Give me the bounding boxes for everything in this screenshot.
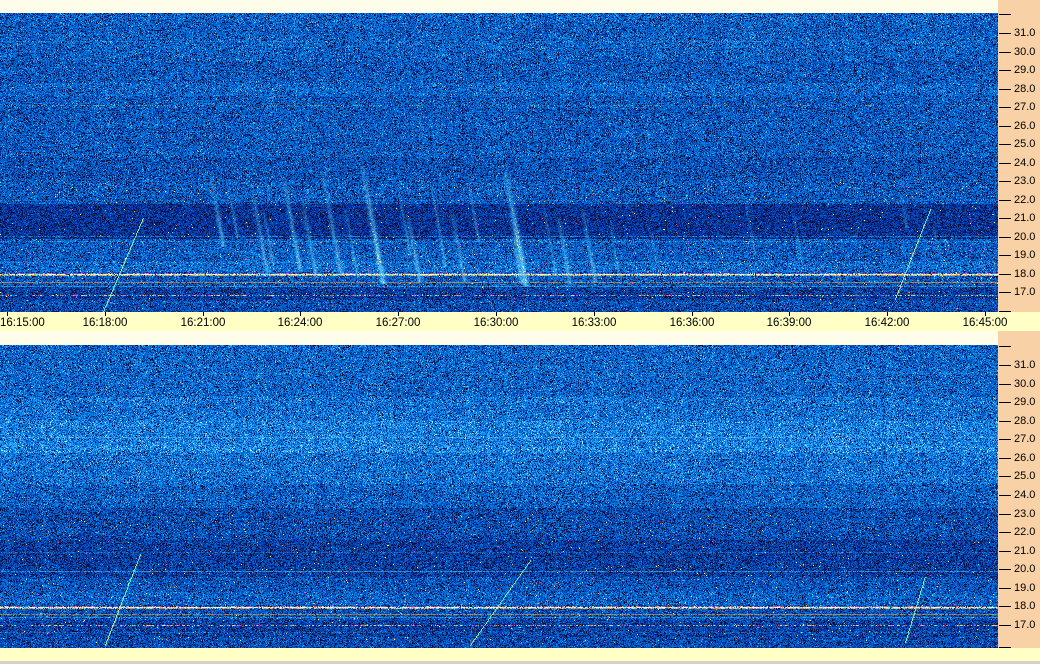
freq-tick-label: 18.0 <box>1014 268 1036 280</box>
time-tick-label: 16:27:00 <box>375 317 421 329</box>
freq-tick-label: 31.0 <box>1014 359 1036 371</box>
freq-tick-label: 23.0 <box>1014 508 1036 520</box>
freq-tick-label: 29.0 <box>1014 64 1036 76</box>
freq-tick-label: 25.0 <box>1014 138 1036 150</box>
time-tick <box>105 312 106 316</box>
time-tick-label: 16:18:00 <box>82 317 128 329</box>
freq-tick <box>999 218 1011 219</box>
freq-tick-label: 23.0 <box>1014 175 1036 187</box>
freq-tick-label: 21.0 <box>1014 545 1036 557</box>
freq-tick <box>999 255 1011 256</box>
freq-tick <box>999 458 1011 459</box>
time-tick-label: 16:15:00 <box>0 317 45 329</box>
freq-tick-label: 22.0 <box>1014 194 1036 206</box>
freq-tick <box>999 274 1011 275</box>
time-tick-label: 16:30:00 <box>473 317 519 329</box>
freq-tick <box>999 200 1011 201</box>
freq-tick-label: 24.0 <box>1014 157 1036 169</box>
freq-tick <box>999 365 1011 366</box>
spectrogram-rcp <box>0 13 998 312</box>
freq-tick-label: 24.0 <box>1014 489 1036 501</box>
freq-axis-lcp: 31.0 30.0 29.0 28.0 27.0 26.0 25.0 24.0 23.0 22.0… <box>998 331 1040 648</box>
freq-tick <box>999 421 1011 422</box>
freq-tick-label: 25.0 <box>1014 470 1036 482</box>
time-tick-label: 16:39:00 <box>766 317 812 329</box>
time-tick <box>985 312 986 316</box>
freq-tick-label: 28.0 <box>1014 415 1036 427</box>
freq-axis-edge-tick <box>999 14 1011 15</box>
freq-tick <box>999 181 1011 182</box>
freq-tick <box>999 476 1011 477</box>
freq-tick <box>999 588 1011 589</box>
freq-tick <box>999 292 1011 293</box>
time-tick-label: 16:33:00 <box>571 317 617 329</box>
freq-tick <box>999 33 1011 34</box>
freq-tick <box>999 126 1011 127</box>
time-tick <box>887 312 888 316</box>
freq-tick-label: 29.0 <box>1014 396 1036 408</box>
time-tick <box>789 312 790 316</box>
freq-tick-label: 21.0 <box>1014 212 1036 224</box>
freq-tick-label: 30.0 <box>1014 378 1036 390</box>
freq-tick-label: 27.0 <box>1014 101 1036 113</box>
time-tick <box>594 312 595 316</box>
freq-tick <box>999 237 1011 238</box>
freq-axis-edge-tick <box>999 346 1011 347</box>
freq-tick-label: 19.0 <box>1014 249 1036 261</box>
freq-axis-rcp: 31.0 30.0 29.0 28.0 27.0 26.0 25.0 24.0 23.0 22.0… <box>998 0 1040 312</box>
time-tick <box>496 312 497 316</box>
time-tick <box>7 312 8 316</box>
freq-tick <box>999 89 1011 90</box>
time-tick <box>398 312 399 316</box>
freq-tick-label: 30.0 <box>1014 46 1036 58</box>
freq-tick <box>999 107 1011 108</box>
time-tick-label: 16:36:00 <box>669 317 715 329</box>
freq-tick <box>999 439 1011 440</box>
freq-tick <box>999 532 1011 533</box>
freq-tick-label: 20.0 <box>1014 231 1036 243</box>
freq-tick <box>999 569 1011 570</box>
freq-tick <box>999 606 1011 607</box>
radio-sky-spectrograph-window: AJ4CO Observatory 03 Sep 2016 - DPS on T… <box>0 0 1040 664</box>
time-axis: 16:15:00 16:18:00 16:21:00 16:24:00 16:27:00… <box>0 312 1040 331</box>
panel1-title-bar: AJ4CO Observatory 03 Sep 2016 - DPS on T… <box>0 0 998 13</box>
time-tick <box>692 312 693 316</box>
freq-tick <box>999 384 1011 385</box>
freq-tick <box>999 402 1011 403</box>
freq-tick-label: 22.0 <box>1014 526 1036 538</box>
freq-tick-label: 18.0 <box>1014 600 1036 612</box>
time-tick-label: 16:45:00 <box>962 317 1008 329</box>
freq-tick-label: 31.0 <box>1014 27 1036 39</box>
time-tick <box>300 312 301 316</box>
time-tick-label: 16:21:00 <box>180 317 226 329</box>
panel2-title-bar: AJ4CO Observatory 03 Sep 2016 - DPS on T… <box>0 331 998 345</box>
freq-tick <box>999 144 1011 145</box>
freq-tick <box>999 495 1011 496</box>
freq-tick-label: 26.0 <box>1014 120 1036 132</box>
freq-tick <box>999 625 1011 626</box>
freq-tick <box>999 163 1011 164</box>
freq-tick <box>999 551 1011 552</box>
bottom-time-axis-strip <box>0 648 1040 661</box>
time-tick-label: 16:42:00 <box>864 317 910 329</box>
freq-tick-label: 26.0 <box>1014 452 1036 464</box>
freq-tick-label: 27.0 <box>1014 433 1036 445</box>
freq-tick <box>999 514 1011 515</box>
freq-tick-label: 17.0 <box>1014 619 1036 631</box>
freq-tick-label: 28.0 <box>1014 83 1036 95</box>
spectrogram-lcp <box>0 345 998 648</box>
freq-tick-label: 19.0 <box>1014 582 1036 594</box>
freq-tick-label: 17.0 <box>1014 286 1036 298</box>
freq-tick-label: 20.0 <box>1014 563 1036 575</box>
time-tick <box>203 312 204 316</box>
time-tick-label: 16:24:00 <box>277 317 323 329</box>
freq-tick <box>999 52 1011 53</box>
freq-tick <box>999 70 1011 71</box>
